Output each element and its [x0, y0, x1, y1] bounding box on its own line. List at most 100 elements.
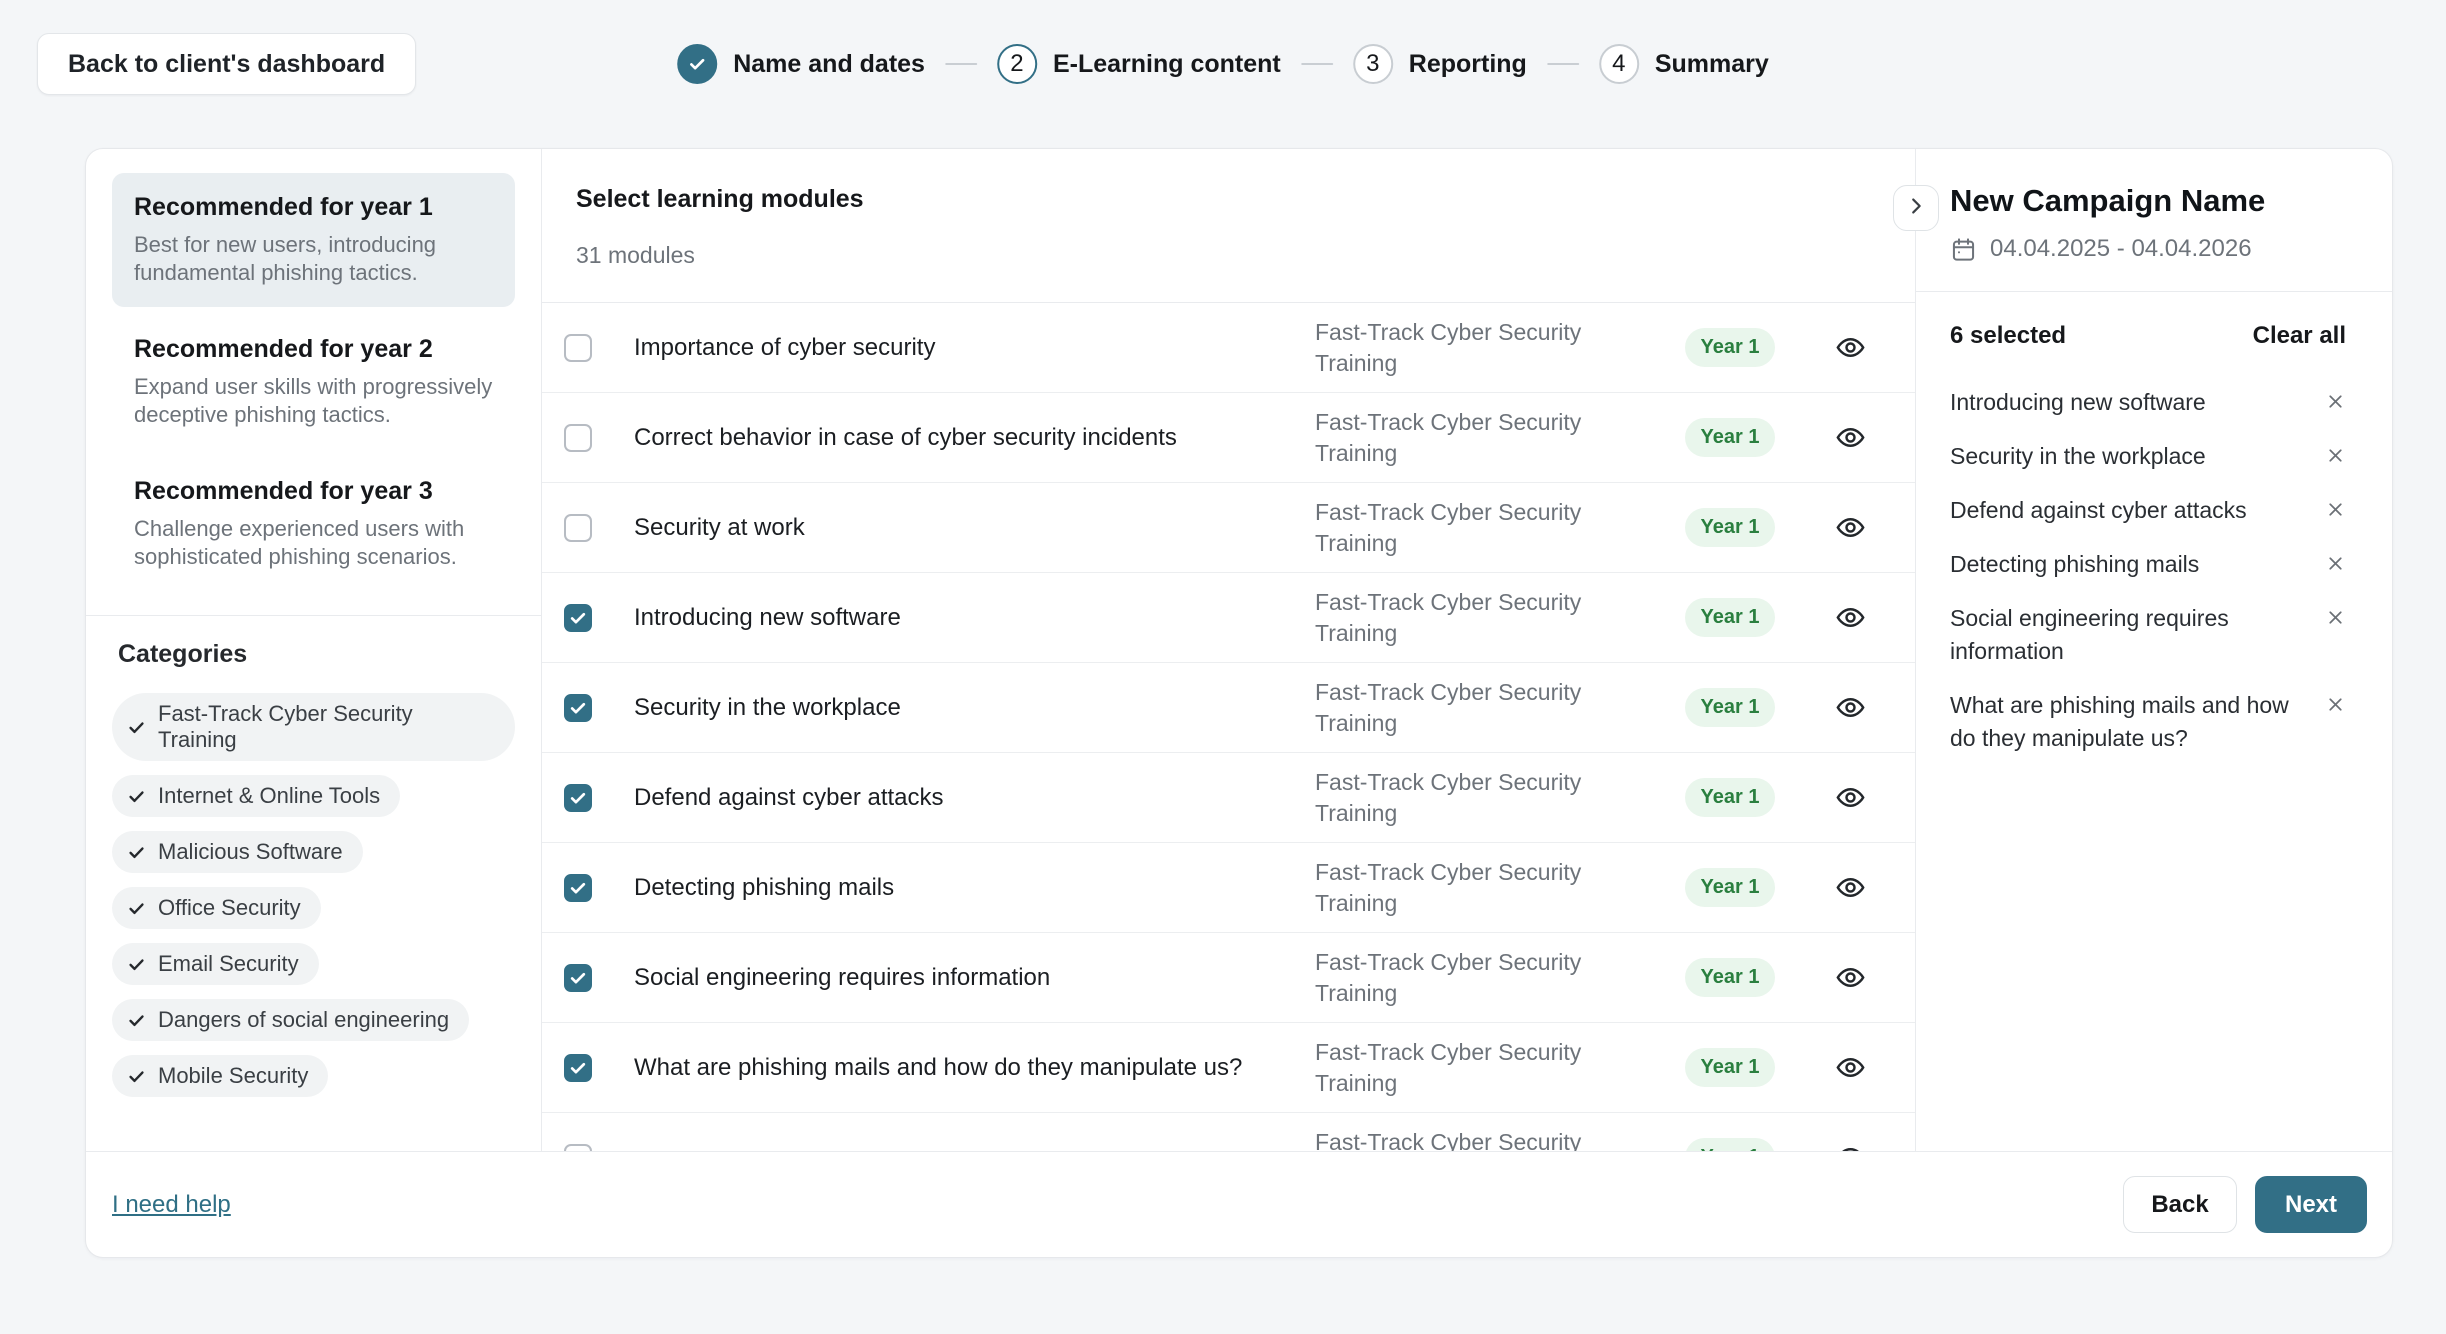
- step-connector: [1301, 63, 1333, 65]
- recommendation-description: Challenge experienced users with sophist…: [134, 515, 493, 571]
- year-badge: Year 1: [1685, 328, 1776, 367]
- preview-module-button[interactable]: [1815, 602, 1885, 633]
- remove-module-button[interactable]: [2325, 494, 2346, 520]
- calendar-icon: [1950, 236, 1977, 263]
- eye-icon: [1835, 692, 1866, 723]
- step-label: Reporting: [1409, 50, 1527, 79]
- preview-module-button[interactable]: [1815, 512, 1885, 543]
- module-row[interactable]: Security in the workplaceFast-Track Cybe…: [542, 663, 1915, 753]
- selected-module-item: Introducing new software: [1950, 386, 2346, 419]
- category-chip-label: Mobile Security: [158, 1063, 308, 1089]
- module-row[interactable]: Fast-Track Cyber Security TrainingYear 1: [542, 1113, 1915, 1151]
- step-connector: [945, 63, 977, 65]
- recommendation-item-year-2[interactable]: Recommended for year 2 Expand user skills…: [112, 315, 515, 449]
- module-checkbox-checked[interactable]: [564, 1054, 592, 1082]
- module-title: Introducing new software: [634, 604, 1315, 632]
- module-row[interactable]: Introducing new softwareFast-Track Cyber…: [542, 573, 1915, 663]
- recommendation-item-year-1[interactable]: Recommended for year 1Best for new users…: [112, 173, 515, 307]
- remove-module-button[interactable]: [2325, 548, 2346, 574]
- module-row[interactable]: Importance of cyber securityFast-Track C…: [542, 303, 1915, 393]
- eye-icon: [1835, 422, 1866, 453]
- module-title: What are phishing mails and how do they …: [634, 1054, 1315, 1082]
- category-chip-label: Office Security: [158, 895, 301, 921]
- step-reporting[interactable]: 3Reporting: [1353, 44, 1527, 84]
- campaign-wizard-card: Recommended for year 1Best for new users…: [85, 148, 2393, 1258]
- module-row[interactable]: Social engineering requires informationF…: [542, 933, 1915, 1023]
- year-badge: Year 1: [1685, 958, 1776, 997]
- year-badge: Year 1: [1685, 778, 1776, 817]
- check-icon: [127, 787, 146, 806]
- module-row[interactable]: What are phishing mails and how do they …: [542, 1023, 1915, 1113]
- preview-module-button[interactable]: [1815, 872, 1885, 903]
- preview-module-button[interactable]: [1815, 422, 1885, 453]
- campaign-header: New Campaign Name 04.04.2025 - 04.04.202…: [1916, 149, 2392, 292]
- category-chip-mobile-security[interactable]: Mobile Security: [112, 1055, 328, 1097]
- remove-module-button[interactable]: [2325, 440, 2346, 466]
- selected-module-item: Defend against cyber attacks: [1950, 494, 2346, 527]
- module-checkbox-unchecked[interactable]: [564, 514, 592, 542]
- module-title: Security at work: [634, 514, 1315, 542]
- preview-module-button[interactable]: [1815, 1052, 1885, 1083]
- step-name-and-dates[interactable]: Name and dates: [677, 44, 925, 84]
- preview-module-button[interactable]: [1815, 332, 1885, 363]
- year-badge: Year 1: [1685, 1048, 1776, 1087]
- module-row[interactable]: Detecting phishing mailsFast-Track Cyber…: [542, 843, 1915, 933]
- collapse-panel-button[interactable]: [1893, 185, 1939, 231]
- module-list[interactable]: Importance of cyber securityFast-Track C…: [542, 303, 1915, 1151]
- wizard-stepper: Name and dates 2E-Learning content 3Report…: [677, 33, 1769, 95]
- sidebar-divider: [86, 615, 541, 616]
- eye-icon: [1835, 512, 1866, 543]
- preview-module-button[interactable]: [1815, 962, 1885, 993]
- close-icon: [2325, 553, 2346, 574]
- category-chip-dangers-of-social-engineering[interactable]: Dangers of social engineering: [112, 999, 469, 1041]
- step-summary[interactable]: 4Summary: [1599, 44, 1769, 84]
- back-to-dashboard-button[interactable]: Back to client's dashboard: [37, 33, 416, 95]
- preview-module-button[interactable]: [1815, 782, 1885, 813]
- recommendation-description: Expand user skills with progressively de…: [134, 373, 493, 429]
- recommendation-description: Best for new users, introducing fundamen…: [134, 231, 493, 287]
- module-title: Social engineering requires information: [634, 964, 1315, 992]
- module-row[interactable]: Correct behavior in case of cyber securi…: [542, 393, 1915, 483]
- module-title: Defend against cyber attacks: [634, 784, 1315, 812]
- campaign-name: New Campaign Name: [1950, 183, 2352, 219]
- category-chip-email-security[interactable]: Email Security: [112, 943, 319, 985]
- recommendation-title: Recommended for year 2: [134, 335, 493, 364]
- module-list-header: Select learning modules 31 modules: [542, 149, 1915, 303]
- category-chip-office-security[interactable]: Office Security: [112, 887, 321, 929]
- module-course-name: Fast-Track Cyber Security Training: [1315, 587, 1645, 649]
- category-chip-malicious-software[interactable]: Malicious Software: [112, 831, 363, 873]
- step-e-learning-content[interactable]: 2E-Learning content: [997, 44, 1281, 84]
- module-checkbox-checked[interactable]: [564, 784, 592, 812]
- module-checkbox-unchecked[interactable]: [564, 334, 592, 362]
- next-button[interactable]: Next: [2255, 1176, 2367, 1233]
- module-course-name: Fast-Track Cyber Security Training: [1315, 857, 1645, 919]
- eye-icon: [1835, 782, 1866, 813]
- step-connector: [1547, 63, 1579, 65]
- year-badge: Year 1: [1685, 868, 1776, 907]
- module-row[interactable]: Security at workFast-Track Cyber Securit…: [542, 483, 1915, 573]
- module-checkbox-checked[interactable]: [564, 604, 592, 632]
- clear-all-button[interactable]: Clear all: [2253, 322, 2346, 350]
- step-label: Name and dates: [733, 50, 925, 79]
- selected-module-label: Social engineering requires information: [1950, 602, 2300, 668]
- module-checkbox-unchecked[interactable]: [564, 1144, 592, 1152]
- eye-icon: [1835, 332, 1866, 363]
- module-row[interactable]: Defend against cyber attacksFast-Track C…: [542, 753, 1915, 843]
- module-checkbox-checked[interactable]: [564, 964, 592, 992]
- module-checkbox-unchecked[interactable]: [564, 424, 592, 452]
- module-list-panel: Select learning modules 31 modules Impor…: [542, 149, 1915, 1151]
- preview-module-button[interactable]: [1815, 692, 1885, 723]
- preview-module-button[interactable]: [1815, 1142, 1885, 1151]
- recommendation-item-year-3[interactable]: Recommended for year 3Challenge experien…: [112, 457, 515, 591]
- remove-module-button[interactable]: [2325, 386, 2346, 412]
- module-checkbox-checked[interactable]: [564, 694, 592, 722]
- category-chip-fast-track-cyber-security-training[interactable]: Fast-Track Cyber Security Training: [112, 693, 515, 761]
- module-checkbox-checked[interactable]: [564, 874, 592, 902]
- selected-module-label: Security in the workplace: [1950, 440, 2206, 473]
- help-link[interactable]: I need help: [112, 1191, 231, 1219]
- eye-icon: [1835, 962, 1866, 993]
- remove-module-button[interactable]: [2325, 602, 2346, 628]
- category-chip-internet-online-tools[interactable]: Internet & Online Tools: [112, 775, 400, 817]
- back-button[interactable]: Back: [2123, 1176, 2237, 1233]
- remove-module-button[interactable]: [2325, 689, 2346, 715]
